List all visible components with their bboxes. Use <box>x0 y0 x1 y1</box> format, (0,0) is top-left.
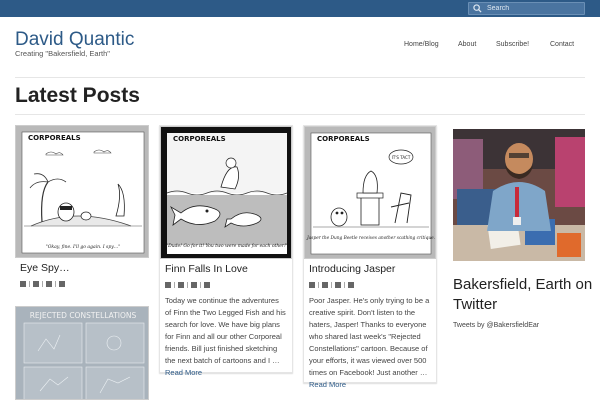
post-meta <box>160 281 292 289</box>
comic-caption: "Dude! Go for it! You two were made for … <box>166 243 288 249</box>
sidebar-photo[interactable] <box>453 129 585 261</box>
post-card-rejected-constellations: REJECTED CONSTELLATIONS <box>15 306 149 400</box>
search-icon <box>473 4 482 13</box>
nav-subscribe[interactable]: Subscribe! <box>496 41 529 48</box>
post-thumbnail[interactable]: CORPOREALS IT'S TACT Jasper the Dung Bee… <box>304 126 436 259</box>
comic-header: CORPOREALS <box>28 134 81 142</box>
post-card-finn-falls-in-love: CORPOREALS "Dude! Go for it! You two wer… <box>159 125 293 377</box>
post-excerpt: Today we continue the adventures of Finn… <box>165 296 286 377</box>
comments-icon <box>191 282 197 288</box>
post-title[interactable]: Finn Falls In Love <box>160 263 292 275</box>
comic-illustration: REJECTED CONSTELLATIONS <box>16 307 148 399</box>
category-icon <box>322 282 328 288</box>
comments-icon <box>46 281 52 287</box>
post-title[interactable]: Introducing Jasper <box>304 263 436 275</box>
nav-about[interactable]: About <box>458 41 476 48</box>
comic-illustration: CORPOREALS "Okay, fine. I'll go again. I… <box>21 131 145 254</box>
site-title[interactable]: David Quantic <box>15 29 134 51</box>
comments-icon <box>335 282 341 288</box>
comic-illustration: CORPOREALS "Dude! Go for it! You two wer… <box>166 133 288 254</box>
comic-header: CORPOREALS <box>173 135 226 143</box>
comic-caption: "Okay, fine. I'll go again. I spy…" <box>46 244 121 250</box>
convention-photo <box>453 129 585 261</box>
page-heading: Latest Posts <box>15 84 140 107</box>
date-icon <box>348 282 354 288</box>
comic-caption: Jasper the Dung Beetle receives another … <box>306 236 435 241</box>
date-icon <box>59 281 65 287</box>
category-icon <box>33 281 39 287</box>
author-icon <box>20 281 26 287</box>
post-title[interactable]: Eye Spy… <box>15 262 149 274</box>
comic-header: REJECTED CONSTELLATIONS <box>30 311 137 320</box>
post-card-introducing-jasper: CORPOREALS IT'S TACT Jasper the Dung Bee… <box>303 125 437 389</box>
nav-home-blog[interactable]: Home/Blog <box>404 41 439 48</box>
comic-header: CORPOREALS <box>317 135 370 143</box>
read-more-link[interactable]: Read More <box>309 380 346 389</box>
author-icon <box>309 282 315 288</box>
twitter-timeline-link[interactable]: Tweets by @BakersfieldEar <box>453 322 539 329</box>
post-thumbnail[interactable]: CORPOREALS "Okay, fine. I'll go again. I… <box>15 125 149 258</box>
date-icon <box>204 282 210 288</box>
header-divider <box>15 77 585 78</box>
site-tagline: Creating "Bakersfield, Earth" <box>15 49 110 58</box>
search-input[interactable] <box>487 5 577 12</box>
read-more-link[interactable]: Read More <box>165 368 202 377</box>
search-box[interactable] <box>468 2 585 15</box>
post-card-eye-spy: CORPOREALS "Okay, fine. I'll go again. I… <box>15 125 149 288</box>
heading-divider <box>15 114 585 115</box>
post-meta <box>304 281 436 289</box>
nav-contact[interactable]: Contact <box>550 41 574 48</box>
speech-bubble: IT'S TACT <box>392 155 411 160</box>
post-thumbnail[interactable]: REJECTED CONSTELLATIONS <box>15 306 149 400</box>
author-icon <box>165 282 171 288</box>
post-excerpt: Poor Jasper. He's only trying to be a cr… <box>309 296 430 389</box>
post-meta <box>15 280 149 288</box>
top-bar <box>0 0 600 17</box>
category-icon <box>178 282 184 288</box>
comic-illustration: CORPOREALS IT'S TACT Jasper the Dung Bee… <box>306 132 435 255</box>
sidebar-twitter-title: Bakersfield, Earth on Twitter <box>453 276 593 313</box>
post-thumbnail[interactable]: CORPOREALS "Dude! Go for it! You two wer… <box>160 126 292 259</box>
